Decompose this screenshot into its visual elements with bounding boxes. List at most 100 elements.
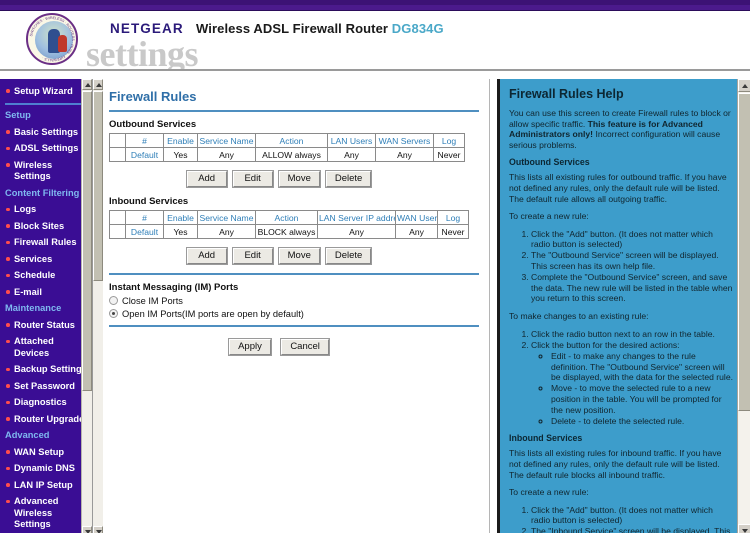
- sidebar-item-label: WAN Setup: [14, 446, 65, 457]
- sidebar-item-wireless-settings[interactable]: Wireless Settings: [0, 157, 91, 185]
- sidebar-item-label: Services: [14, 253, 53, 264]
- im-divider-bottom: [109, 325, 479, 327]
- help-inbound-step-1: Click the "Add" button. (It does not mat…: [531, 505, 734, 526]
- help-changes-lead: To make changes to an existing rule:: [509, 310, 649, 321]
- inbound-cell-log: Never: [437, 224, 469, 239]
- sidebar-item-basic-settings[interactable]: Basic Settings: [0, 124, 91, 141]
- inbound-add-button[interactable]: Add: [185, 247, 228, 265]
- frames-container: Setup Wizard Setup Basic Settings ADSL Sett…: [0, 79, 750, 533]
- outbound-row-select-cell[interactable]: [109, 147, 126, 162]
- apply-button[interactable]: Apply: [228, 338, 272, 356]
- sidebar-item-schedule[interactable]: Schedule: [0, 268, 91, 285]
- sidebar-scroll-thumb[interactable]: [82, 91, 92, 391]
- main-scroll-thumb[interactable]: [93, 91, 103, 281]
- sidebar-scroll-up-icon[interactable]: [82, 79, 92, 90]
- inbound-edit-button[interactable]: Edit: [231, 247, 274, 265]
- inbound-col-enable: Enable: [163, 210, 198, 225]
- inbound-delete-button[interactable]: Delete: [324, 247, 373, 265]
- main-scroll-down-icon[interactable]: [93, 526, 103, 533]
- help-scroll-up-icon[interactable]: [738, 79, 750, 92]
- help-inbound-create-lead: To create a new rule:: [509, 487, 589, 498]
- sidebar-item-attached-devices[interactable]: Attached Devices: [0, 334, 91, 362]
- sidebar-item-label: Diagnostics: [14, 397, 67, 407]
- sidebar-item-advanced-wireless-settings[interactable]: Advanced Wireless Settings: [0, 494, 91, 533]
- bullet-icon: [6, 450, 10, 454]
- sidebar-item-router-upgrade[interactable]: Router Upgrade: [0, 411, 91, 428]
- help-scroll-thumb[interactable]: [738, 93, 750, 411]
- sidebar-item-router-status[interactable]: Router Status: [0, 317, 91, 334]
- outbound-body: Default Yes Any ALLOW always Any Any Never: [109, 147, 465, 162]
- main-scrollbar[interactable]: [93, 79, 103, 533]
- inbound-col-log: Log: [437, 210, 469, 225]
- sidebar-item-lan-ip-setup[interactable]: LAN IP Setup: [0, 477, 91, 494]
- bullet-icon: [6, 130, 10, 134]
- im-open-option[interactable]: Open IM Ports(IM ports are open by defau…: [109, 309, 479, 319]
- sidebar-item-set-password[interactable]: Set Password: [0, 378, 91, 395]
- im-open-text: Open IM Ports(IM ports are open by defau…: [122, 309, 304, 319]
- sidebar-item-label: Setup Wizard: [14, 85, 73, 96]
- im-section-label: Instant Messaging (IM) Ports: [109, 282, 239, 293]
- sidebar-item-label: LAN IP Setup: [14, 479, 73, 490]
- help-panel: Firewall Rules Help You can use this scr…: [497, 79, 750, 533]
- sidebar-item-wan-setup[interactable]: WAN Setup: [0, 444, 91, 461]
- im-close-option[interactable]: Close IM Ports: [109, 296, 479, 306]
- help-inbound-steps: Click the "Add" button. (It does not mat…: [509, 505, 734, 533]
- sidebar-item-label: Wireless Settings: [14, 159, 53, 182]
- help-outbound-steps: Click the "Add" button. (It does not mat…: [509, 229, 734, 304]
- help-create-lead: To create a new rule:: [509, 211, 589, 222]
- sidebar-section-setup: Setup: [5, 110, 31, 120]
- help-changes-step-1: Click the radio button next to an row in…: [531, 329, 734, 340]
- bullet-icon: [6, 290, 10, 294]
- form-action-row: Apply Cancel: [109, 336, 479, 356]
- inbound-cell-action: BLOCK always: [255, 224, 318, 239]
- im-open-label[interactable]: Open IM Ports(IM ports are open by defau…: [109, 309, 304, 319]
- sidebar-item-block-sites[interactable]: Block Sites: [0, 218, 91, 235]
- sidebar-item-label: Advanced Wireless Settings: [14, 496, 59, 529]
- help-inbound-heading: Inbound Services: [509, 433, 583, 444]
- bullet-icon: [6, 89, 10, 93]
- outbound-move-button[interactable]: Move: [277, 170, 321, 188]
- help-outbound-step-2: The "Outbound Service" screen will be di…: [531, 250, 734, 271]
- sidebar-item-backup-settings[interactable]: Backup Settings: [0, 362, 91, 379]
- sidebar-item-diagnostics[interactable]: Diagnostics: [0, 395, 91, 412]
- sidebar-scrollbar[interactable]: [81, 79, 92, 533]
- outbound-col-service-name: Service Name: [197, 133, 256, 148]
- sidebar-item-label: E-mail: [14, 286, 42, 297]
- router-admin-page: SWITCHES · WIRELESS · ROUTERS · HUBS · F…: [0, 0, 750, 533]
- table-row: Default Yes Any ALLOW always Any Any Never: [109, 147, 465, 162]
- bullet-icon: [6, 499, 10, 503]
- sidebar-item-firewall-rules[interactable]: Firewall Rules: [0, 235, 91, 252]
- sidebar-item-label: Router Upgrade: [14, 413, 85, 424]
- im-divider-top: [109, 273, 479, 275]
- inbound-services-table: # Enable Service Name Action LAN Server IP a…: [109, 210, 469, 239]
- inbound-move-button[interactable]: Move: [277, 247, 321, 265]
- sidebar-item-services[interactable]: Services: [0, 251, 91, 268]
- help-intro: You can use this screen to create Firewa…: [509, 108, 734, 150]
- outbound-services-table: # Enable Service Name Action LAN Users WAN Se…: [109, 133, 465, 162]
- sidebar-item-e-mail[interactable]: E-mail: [0, 284, 91, 301]
- sidebar-item-adsl-settings[interactable]: ADSL Settings: [0, 141, 91, 158]
- sidebar-item-label: Logs: [14, 204, 37, 214]
- outbound-edit-button[interactable]: Edit: [231, 170, 274, 188]
- help-scroll-down-icon[interactable]: [738, 524, 750, 533]
- inbound-row-select-cell[interactable]: [109, 224, 126, 239]
- im-open-radio[interactable]: [109, 309, 118, 318]
- sidebar-scroll-down-icon[interactable]: [82, 526, 92, 533]
- sidebar-item-logs[interactable]: Logs: [0, 202, 91, 219]
- sidebar-item-setup-wizard[interactable]: Setup Wizard: [0, 83, 91, 100]
- outbound-add-button[interactable]: Add: [185, 170, 228, 188]
- sidebar-item-label: Attached Devices: [14, 336, 54, 358]
- outbound-delete-button[interactable]: Delete: [324, 170, 373, 188]
- im-close-radio[interactable]: [109, 296, 118, 305]
- help-scrollbar[interactable]: [737, 79, 750, 533]
- im-close-label[interactable]: Close IM Ports: [109, 296, 183, 306]
- bullet-icon: [6, 323, 10, 327]
- sidebar-item-label: Dynamic DNS: [14, 463, 75, 473]
- cancel-button[interactable]: Cancel: [280, 338, 330, 356]
- frame-divider: [489, 79, 493, 533]
- title-divider: [109, 110, 479, 112]
- sidebar-item-dynamic-dns[interactable]: Dynamic DNS: [0, 461, 91, 478]
- main-scroll-up-icon[interactable]: [93, 79, 103, 90]
- product-name: Wireless ADSL Firewall Router: [196, 21, 389, 36]
- sidebar-item-label: Schedule: [14, 270, 56, 280]
